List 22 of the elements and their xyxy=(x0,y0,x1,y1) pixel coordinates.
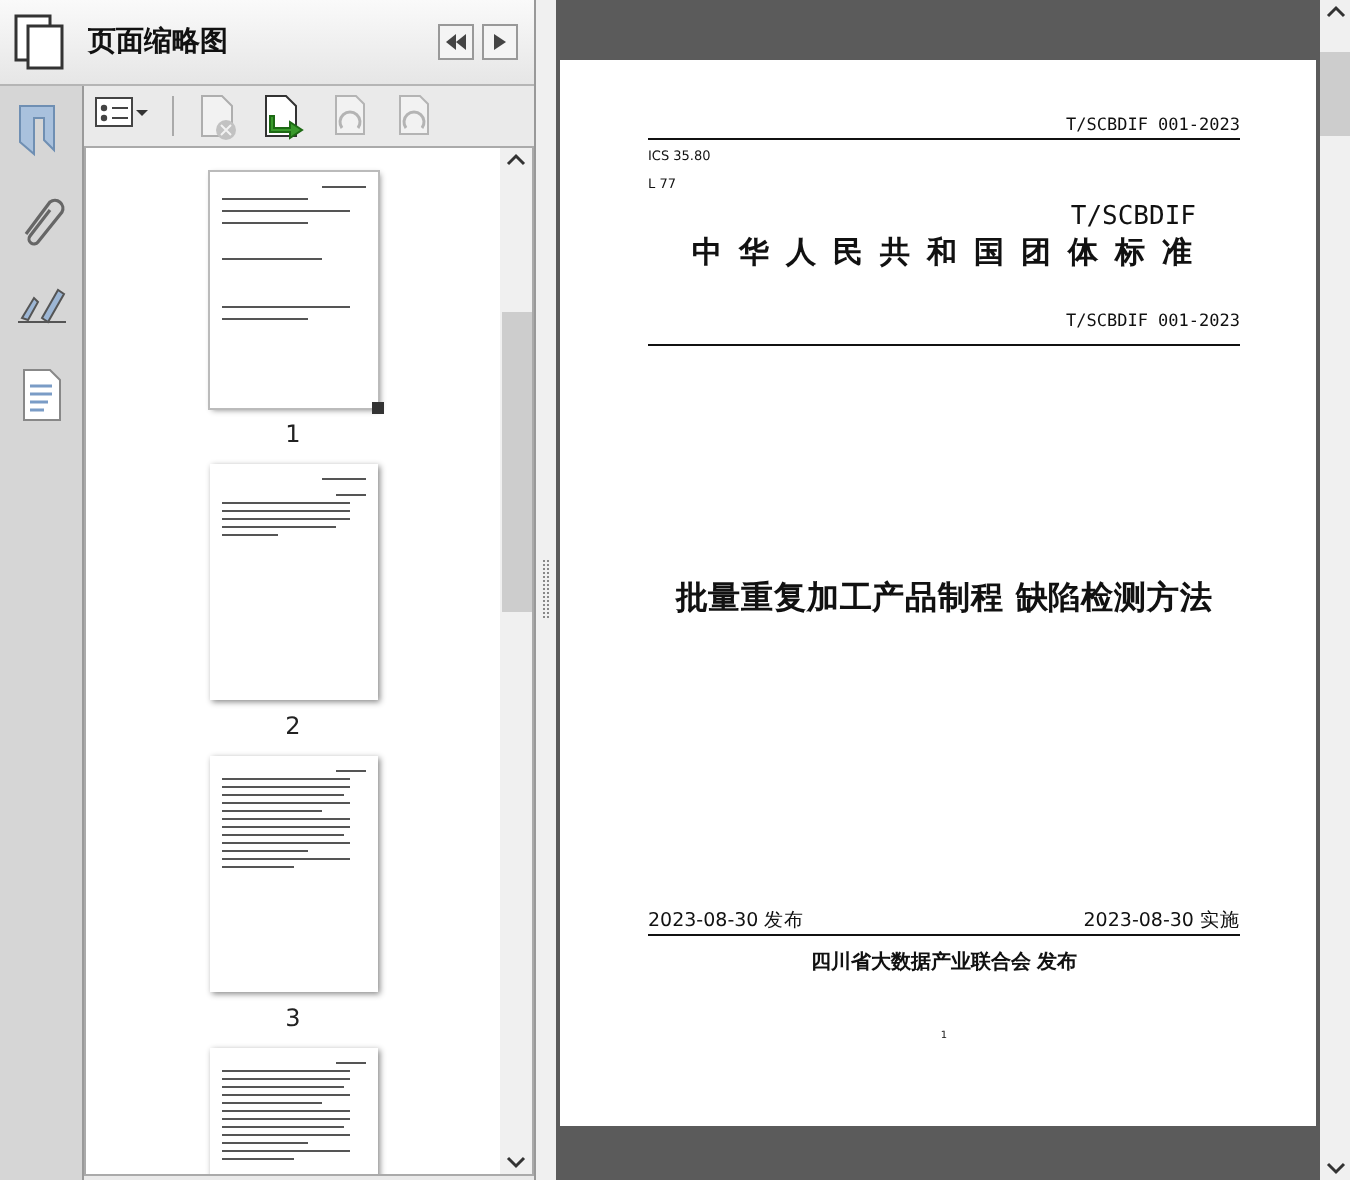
pages-icon xyxy=(12,12,68,72)
scrollbar-thumb[interactable] xyxy=(1320,52,1350,136)
page-number-label: 3 xyxy=(285,1002,301,1036)
organization-code: T/SCBDIF xyxy=(1068,202,1196,232)
splitter-grip-icon[interactable] xyxy=(542,560,550,620)
page-thumbnail[interactable] xyxy=(209,756,377,992)
play-icon xyxy=(490,32,510,52)
page-thumbnail[interactable] xyxy=(209,464,377,700)
standard-code: T/SCBDIF 001-2023 xyxy=(648,312,1240,346)
issue-date: 2023-08-30 发布 xyxy=(648,910,805,934)
play-button[interactable] xyxy=(482,24,518,60)
scrollbar-thumb[interactable] xyxy=(501,312,531,612)
page-number-label: 2 xyxy=(285,710,301,744)
page-number-label: 1 xyxy=(285,418,301,452)
effective-date: 2023-08-30 实施 xyxy=(1083,910,1240,934)
standard-type: 中华人民共和国团体标准 xyxy=(689,232,1211,272)
rewind-icon xyxy=(444,32,468,52)
publisher: 四川省大数据产业联合会 发布 xyxy=(808,952,1080,976)
panel-title: 页面缩略图 xyxy=(88,23,230,61)
rewind-button[interactable] xyxy=(438,24,474,60)
document-title: 批量重复加工产品制程 缺陷检测方法 xyxy=(673,578,1215,618)
header-code: T/SCBDIF 001-2023 xyxy=(648,116,1240,140)
